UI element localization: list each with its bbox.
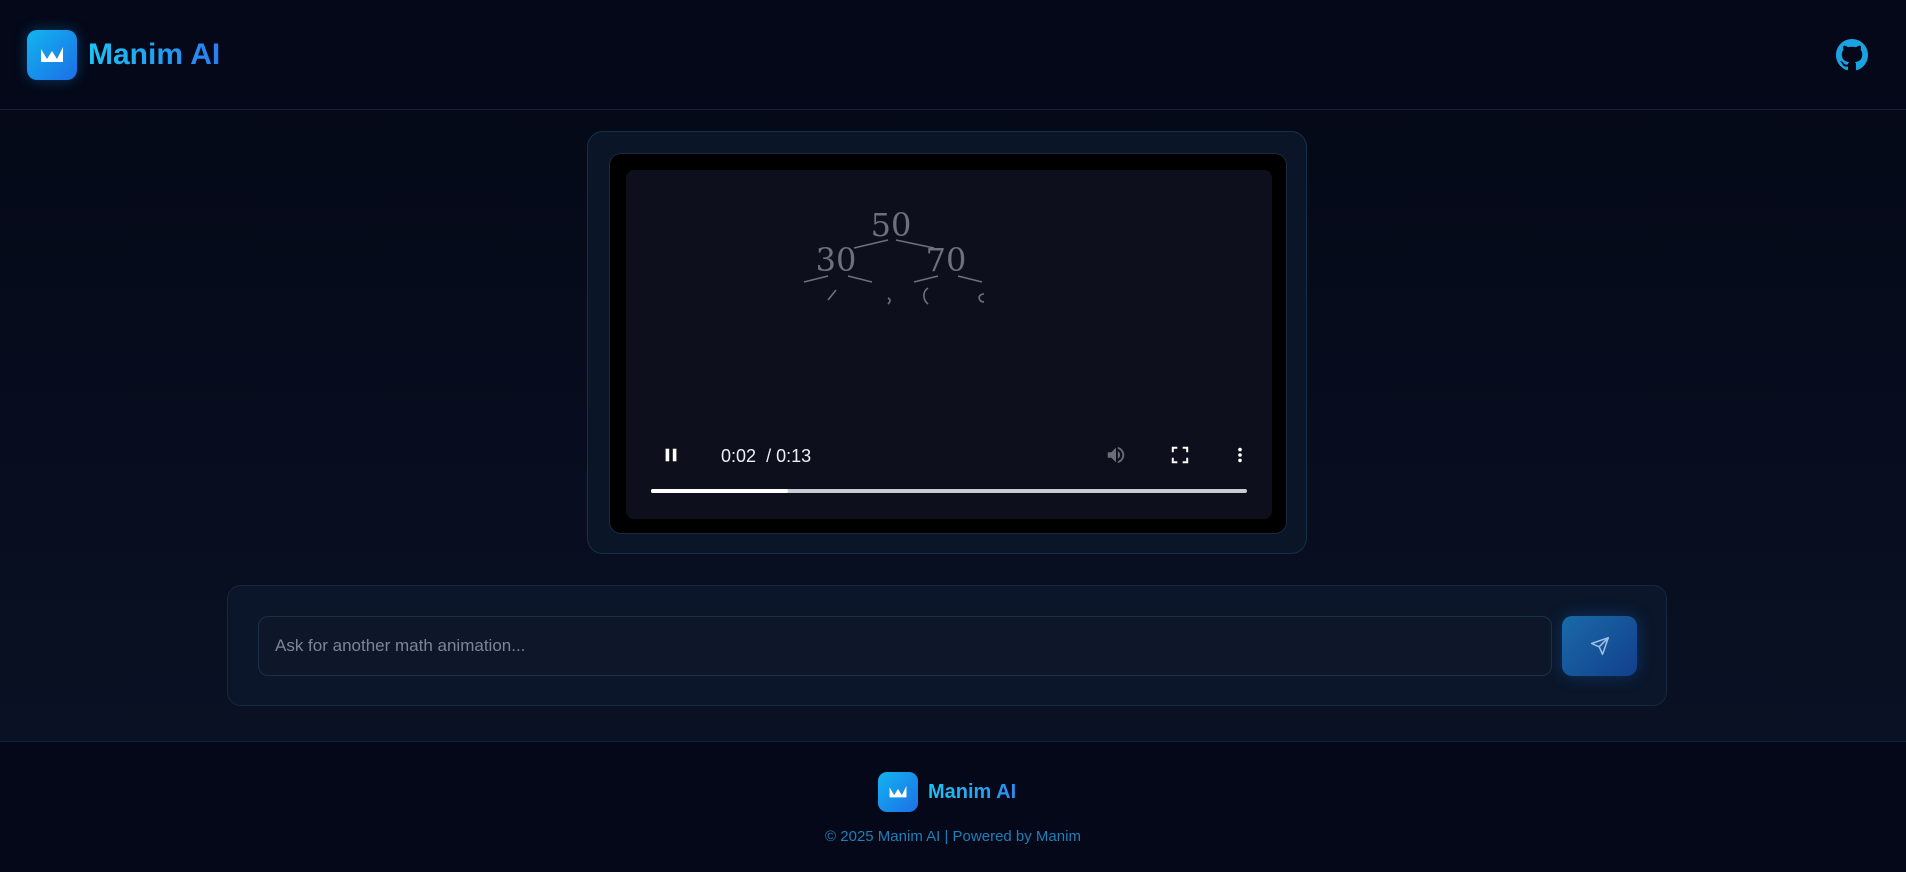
github-icon[interactable]	[1835, 38, 1869, 72]
brand-name: Manim AI	[88, 38, 221, 71]
tree-node: 70	[926, 241, 967, 279]
progress-fill	[651, 489, 789, 493]
binary-tree-animation: 50 30 70	[803, 206, 985, 305]
tree-node: 50	[871, 206, 912, 244]
video-time: 0:02 / 0:13	[721, 446, 811, 467]
header: Manim AI	[0, 0, 1906, 110]
video-card: 50 30 70 0:02 / 0:13	[587, 131, 1307, 554]
volume-icon[interactable]	[1104, 444, 1128, 466]
footer-brand[interactable]: Manim AI	[878, 772, 1016, 812]
send-button[interactable]	[1562, 616, 1637, 676]
footer: Manim AI © 2025 Manim AI | Powered by Ma…	[0, 741, 1906, 872]
progress-bar[interactable]	[651, 489, 1247, 493]
app-root: Manim AI 50 30 70 0:02 / 0:13 Ask for an…	[0, 0, 1906, 872]
prompt-card	[227, 585, 1667, 706]
video-player[interactable]: 50 30 70 0:02 / 0:13	[626, 170, 1272, 519]
copyright-text: © 2025 Manim AI | Powered by Manim	[825, 828, 1081, 845]
tree-node: 30	[816, 241, 857, 279]
send-icon	[1590, 636, 1610, 656]
more-options-icon[interactable]	[1230, 445, 1250, 465]
logo-icon	[27, 30, 77, 80]
pause-icon[interactable]	[661, 445, 681, 465]
duration: / 0:13	[766, 446, 812, 466]
prompt-input[interactable]	[258, 616, 1552, 676]
current-time: 0:02	[721, 446, 757, 466]
video-frame: 50 30 70 0:02 / 0:13	[609, 153, 1287, 534]
footer-logo-icon	[878, 772, 918, 812]
footer-brand-name: Manim AI	[928, 780, 1017, 803]
fullscreen-icon[interactable]	[1170, 445, 1190, 465]
brand[interactable]: Manim AI	[27, 30, 220, 80]
